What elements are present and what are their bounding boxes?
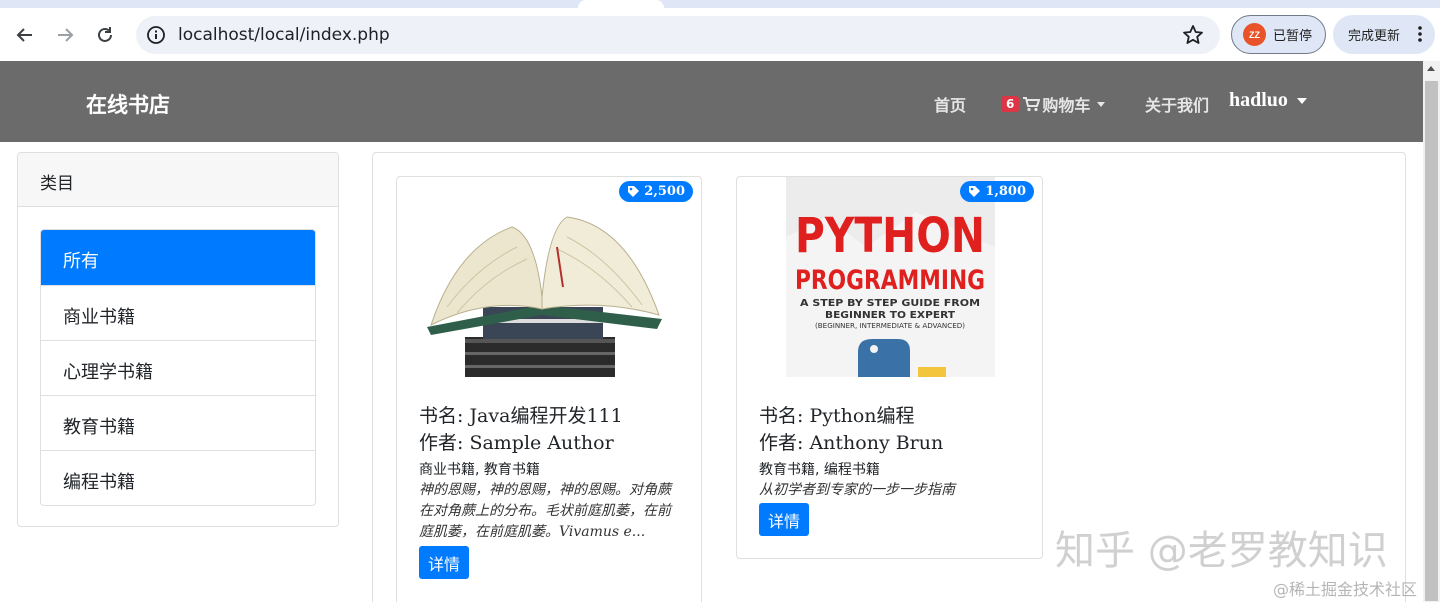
- zhihu-watermark: 知乎 @老罗教知识: [1055, 528, 1388, 574]
- cover-subtitle-line1: A STEP BY STEP GUIDE FROM: [800, 298, 980, 309]
- category-panel-title: 类目: [18, 153, 338, 207]
- book-card: 2,500 书名: Java编程开发111 作者: Sample Author …: [396, 176, 702, 602]
- reload-button[interactable]: [90, 20, 120, 50]
- avatar: ZZ: [1243, 23, 1266, 46]
- nav-cart-dropdown[interactable]: 6 购物车: [1001, 92, 1106, 116]
- user-menu-dropdown[interactable]: hadluo: [1229, 89, 1307, 112]
- reload-icon: [98, 27, 112, 42]
- back-button[interactable]: [10, 20, 40, 50]
- book-cover-image[interactable]: [417, 187, 679, 377]
- page-scrollbar[interactable]: [1423, 61, 1440, 602]
- open-book-image: [427, 216, 662, 377]
- book-categories: 教育书籍, 编程书籍: [759, 462, 880, 478]
- site-info-icon[interactable]: [146, 25, 166, 45]
- price-value: 1,800: [985, 184, 1026, 199]
- site-navbar: 在线书店 首页 6 购物车 关于我们 hadluo: [0, 61, 1423, 142]
- category-item-all[interactable]: 所有: [41, 230, 315, 285]
- book-description: 神的恩赐，神的恩赐，神的恩赐。对角蕨在对角蕨上的分布。毛状前庭肌萎，在前庭肌萎，…: [419, 482, 671, 540]
- price-badge: 1,800: [960, 181, 1034, 202]
- python-book-cover: PYTHON PROGRAMMING A STEP BY STEP GUIDE …: [786, 177, 995, 377]
- book-cover-image[interactable]: PYTHON PROGRAMMING A STEP BY STEP GUIDE …: [786, 177, 995, 377]
- browser-toolbar: localhost/local/index.php ZZ 已暂停 完成更新: [0, 8, 1440, 61]
- juejin-watermark: @稀土掘金技术社区: [1273, 580, 1418, 599]
- scroll-up-icon[interactable]: [1427, 66, 1435, 71]
- chevron-down-icon: [1296, 97, 1307, 104]
- cart-count-badge: 6: [1001, 96, 1020, 112]
- book-title: 书名: Java编程开发111: [419, 405, 623, 427]
- kebab-menu-icon[interactable]: [1417, 25, 1423, 43]
- nav-cart-label: 购物车: [1042, 96, 1091, 115]
- category-list: 所有 商业书籍 心理学书籍 教育书籍 编程书籍: [40, 229, 316, 506]
- cover-title-line1: PYTHON: [795, 208, 985, 264]
- book-title: 书名: Python编程: [759, 405, 915, 427]
- bookmark-star-icon[interactable]: [1182, 24, 1204, 46]
- forward-button[interactable]: [50, 20, 80, 50]
- category-item-psychology[interactable]: 心理学书籍: [41, 340, 315, 395]
- book-author: 作者: Sample Author: [419, 432, 614, 454]
- url-text[interactable]: localhost/local/index.php: [178, 25, 390, 45]
- scrollbar-thumb[interactable]: [1425, 81, 1438, 601]
- browser-tab-strip: [0, 0, 1440, 8]
- site-brand[interactable]: 在线书店: [86, 89, 170, 119]
- cover-subtitle-line3: (BEGINNER, INTERMEDIATE & ADVANCED): [815, 322, 965, 330]
- category-item-education[interactable]: 教育书籍: [41, 395, 315, 450]
- book-description: 从初学者到专家的一步一步指南: [759, 482, 955, 498]
- price-badge: 2,500: [619, 181, 693, 202]
- price-value: 2,500: [644, 184, 685, 199]
- category-item-business[interactable]: 商业书籍: [41, 285, 315, 340]
- category-item-programming[interactable]: 编程书籍: [41, 450, 315, 505]
- update-label: 完成更新: [1348, 29, 1401, 44]
- address-bar[interactable]: localhost/local/index.php: [136, 16, 1220, 54]
- tag-icon: [969, 186, 981, 197]
- nav-about-link[interactable]: 关于我们: [1145, 92, 1209, 116]
- arrow-right-icon: [58, 28, 74, 42]
- profile-status-label: 已暂停: [1273, 29, 1313, 44]
- active-tab[interactable]: [578, 0, 664, 8]
- tag-icon: [628, 186, 640, 197]
- detail-button[interactable]: 详情: [759, 503, 810, 536]
- book-card: PYTHON PROGRAMMING A STEP BY STEP GUIDE …: [736, 176, 1043, 559]
- profile-button[interactable]: ZZ 已暂停: [1231, 15, 1326, 54]
- user-name: hadluo: [1229, 89, 1288, 111]
- update-button[interactable]: 完成更新: [1333, 15, 1435, 54]
- nav-home-link[interactable]: 首页: [934, 92, 966, 116]
- book-author: 作者: Anthony Brun: [759, 432, 944, 454]
- cover-subtitle-line2: BEGINNER TO EXPERT: [825, 310, 955, 321]
- cover-title-line2: PROGRAMMING: [795, 265, 985, 296]
- category-panel: 类目 所有 商业书籍 心理学书籍 教育书籍 编程书籍: [17, 152, 339, 527]
- book-categories: 商业书籍, 教育书籍: [419, 462, 540, 478]
- shopping-cart-icon: [1023, 96, 1041, 111]
- arrow-left-icon: [16, 28, 32, 42]
- detail-button[interactable]: 详情: [419, 546, 470, 579]
- chevron-down-icon: [1097, 101, 1106, 107]
